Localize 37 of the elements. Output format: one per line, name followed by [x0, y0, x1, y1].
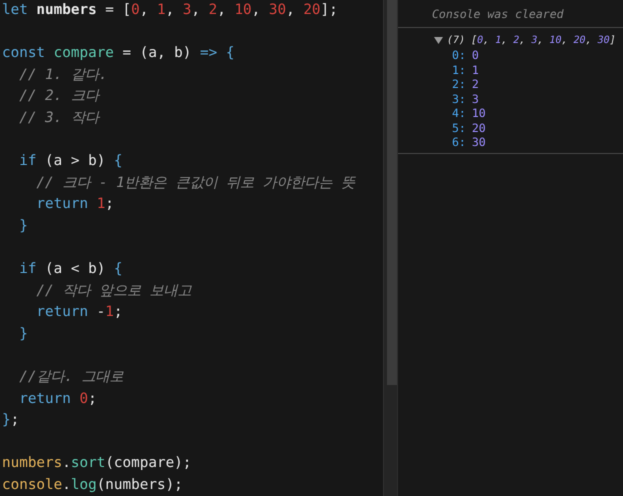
code-line: return -1; [35, 303, 124, 322]
array-preview[interactable]: (7) [0, 1, 2, 3, 10, 20, 30] [447, 35, 616, 46]
code-line: console.log(numbers); [1, 476, 184, 496]
code-line: // 3. 작다 [18, 108, 102, 128]
array-index: 3: [452, 92, 466, 106]
array-value: 1 [472, 62, 479, 77]
console-cleared-message: Console was cleared [432, 6, 564, 20]
array-index: 6: [452, 135, 466, 150]
code-line: if (a < b) { [18, 260, 124, 280]
code-line: return 1; [35, 195, 115, 214]
code-line: // 크다 - 1반환은 큰값이 뒤로 가야한다는 뜻 [35, 174, 357, 193]
code-line: //같다. 그대로 [18, 368, 125, 388]
code-line: // 1. 같다. [18, 66, 108, 85]
array-index: 2: [452, 77, 466, 92]
code-line: }; [1, 411, 20, 430]
array-value: 3 [472, 92, 479, 106]
code-line: if (a > b) { [18, 152, 124, 172]
array-value: 10 [472, 106, 486, 120]
code-line: } [18, 216, 29, 236]
code-line: // 2. 크다 [18, 87, 102, 106]
code-line: return 0; [18, 390, 98, 409]
array-value: 30 [472, 135, 486, 150]
array-index: 5: [452, 120, 466, 135]
expand-triangle-icon[interactable] [434, 37, 443, 44]
code-line: let numbers = [0, 1, 3, 2, 10, 30, 20]; [1, 1, 339, 20]
code-line: const compare = (a, b) => { [1, 44, 236, 64]
array-index: 0: [452, 48, 466, 62]
code-line: numbers.sort(compare); [1, 454, 192, 474]
code-line: } [18, 324, 29, 344]
scrollbar-thumb[interactable] [387, 0, 397, 385]
scrollbar[interactable] [383, 0, 397, 496]
array-value: 20 [472, 120, 486, 135]
array-value: 2 [472, 77, 479, 92]
array-index: 4: [452, 106, 466, 120]
code-line: // 작다 앞으로 보내고 [35, 282, 193, 301]
array-index: 1: [452, 62, 466, 77]
array-value: 0 [472, 48, 479, 62]
